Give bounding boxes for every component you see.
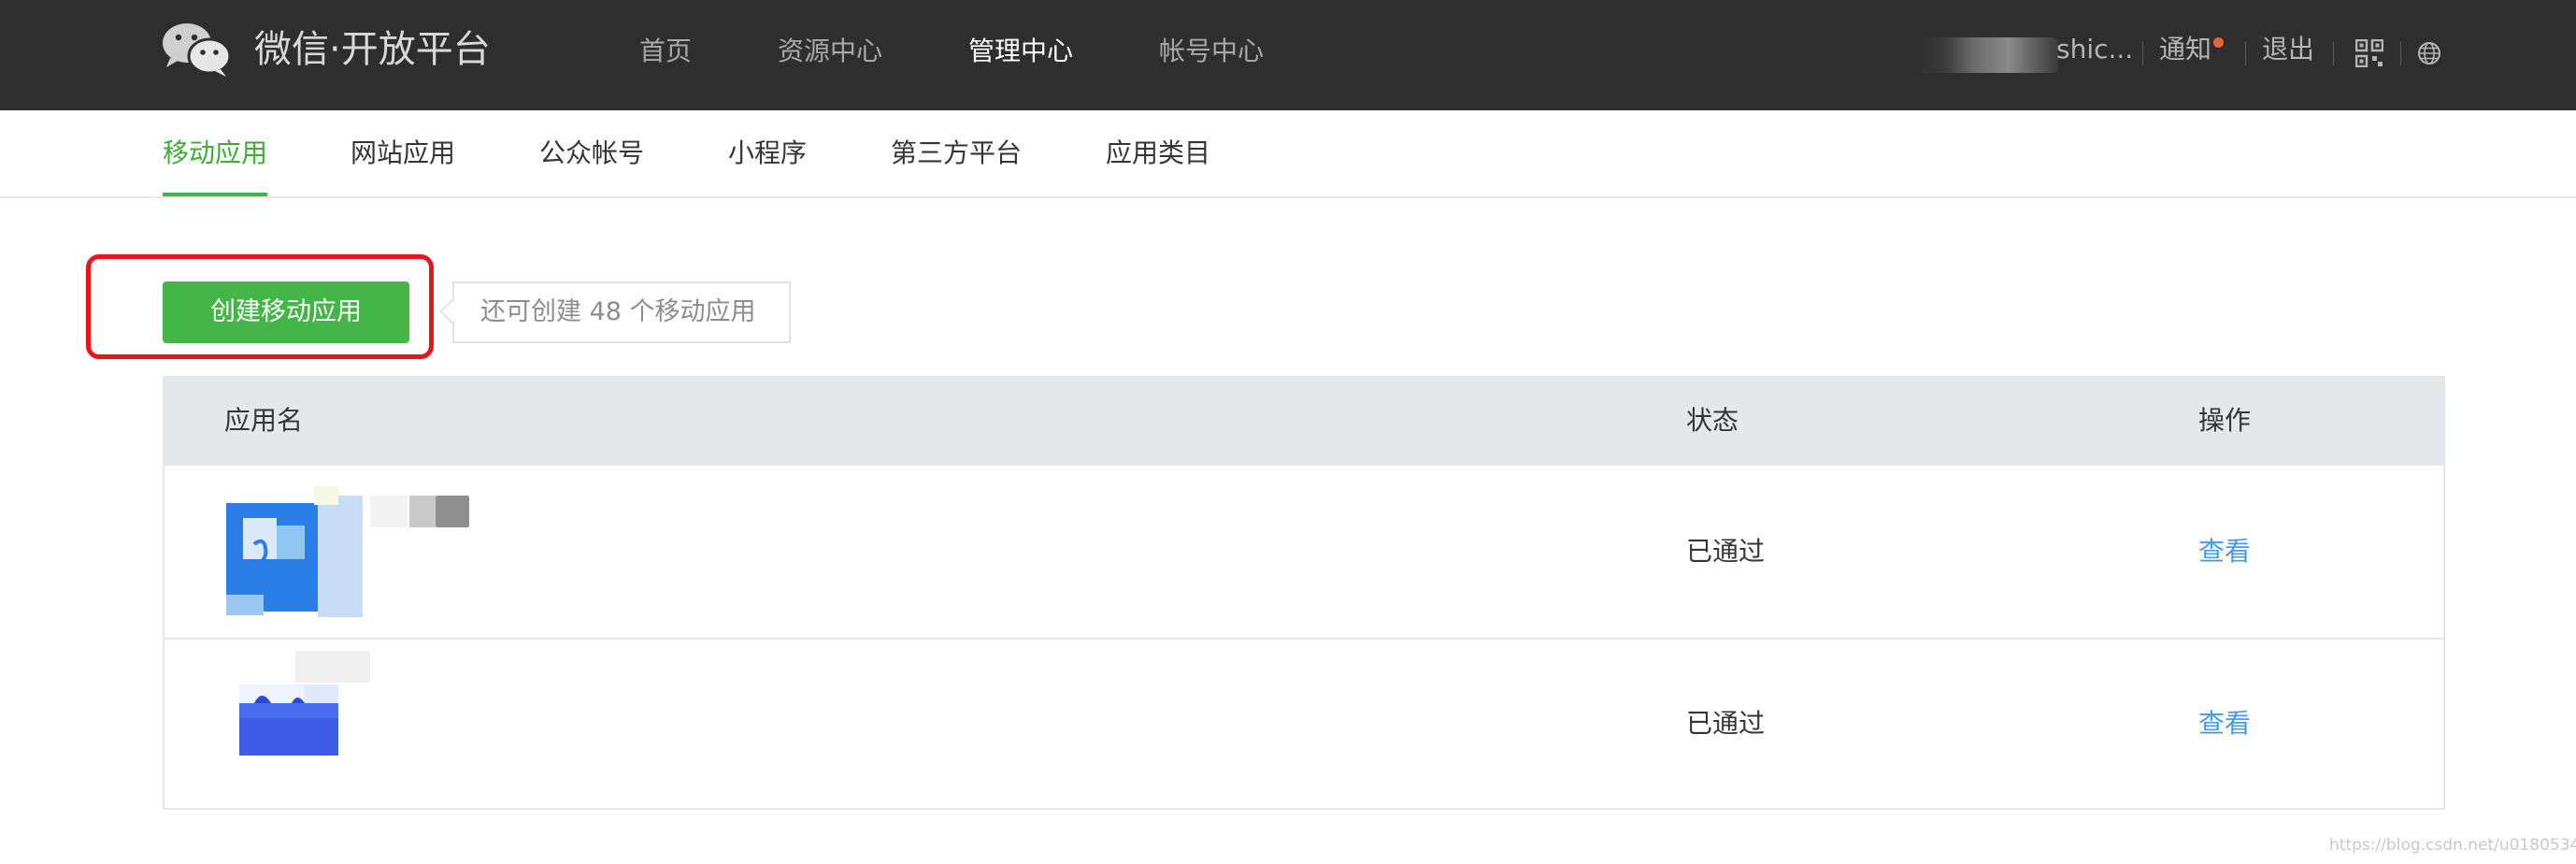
divider xyxy=(2142,41,2143,65)
status-text: 已通过 xyxy=(1686,536,1766,567)
app-icon xyxy=(239,684,338,756)
quota-tooltip: 还可创建 48 个移动应用 xyxy=(452,281,791,343)
divider xyxy=(2245,41,2246,65)
app-name-blurred xyxy=(370,496,408,527)
apps-table: 应用名 状态 操作 已通过 查看 已通过 查看 xyxy=(163,376,2445,810)
view-link[interactable]: 查看 xyxy=(2198,533,2251,570)
status-text: 已通过 xyxy=(1686,708,1766,739)
app-name-blurred xyxy=(436,496,469,527)
tab-app-categories[interactable]: 应用类目 xyxy=(1106,135,1210,172)
brand-title[interactable]: 微信·开放平台 xyxy=(254,24,491,75)
globe-icon[interactable] xyxy=(2417,41,2441,65)
tab-web-apps[interactable]: 网站应用 xyxy=(351,135,455,172)
create-mobile-app-button[interactable]: 创建移动应用 xyxy=(163,281,409,343)
divider xyxy=(2333,41,2334,65)
table-header: 应用名 状态 操作 xyxy=(165,378,2443,464)
table-row: 已通过 查看 xyxy=(165,638,2443,812)
wechat-logo-icon[interactable] xyxy=(161,21,232,77)
nav-management-center[interactable]: 管理中心 xyxy=(968,34,1073,69)
app-name-blurred xyxy=(295,651,370,683)
divider xyxy=(2400,41,2401,65)
view-link[interactable]: 查看 xyxy=(2198,705,2251,742)
active-tab-indicator xyxy=(163,193,267,196)
sub-navigation: 移动应用 网站应用 公众帐号 小程序 第三方平台 应用类目 xyxy=(0,110,2576,198)
user-name[interactable]: shic... xyxy=(2056,32,2133,67)
column-header-app-name: 应用名 xyxy=(224,405,304,436)
nav-home[interactable]: 首页 xyxy=(639,34,692,69)
app-name-blurred xyxy=(409,496,436,527)
column-header-status: 状态 xyxy=(1686,405,1739,436)
tab-mobile-apps[interactable]: 移动应用 xyxy=(163,135,267,172)
watermark: https://blog.csdn.net/u018053435/2 xyxy=(2329,836,2576,855)
top-bar: 微信·开放平台 首页 资源中心 管理中心 帐号中心 shic... 通知 退出 xyxy=(0,0,2576,110)
tab-official-accounts[interactable]: 公众帐号 xyxy=(539,135,644,172)
column-header-actions: 操作 xyxy=(2198,405,2252,436)
app-icon xyxy=(224,486,365,617)
tab-third-party-platform[interactable]: 第三方平台 xyxy=(891,135,1022,172)
nav-resource-center[interactable]: 资源中心 xyxy=(778,34,882,69)
notify-link[interactable]: 通知 xyxy=(2159,32,2211,67)
logout-link[interactable]: 退出 xyxy=(2262,32,2314,67)
table-row: 已通过 查看 xyxy=(165,464,2443,638)
tab-mini-programs[interactable]: 小程序 xyxy=(728,135,807,172)
nav-account-center[interactable]: 帐号中心 xyxy=(1159,34,1264,69)
qr-code-icon[interactable] xyxy=(2355,39,2383,67)
notify-badge-dot xyxy=(2213,37,2224,48)
user-avatar-blurred[interactable] xyxy=(1916,37,2058,73)
